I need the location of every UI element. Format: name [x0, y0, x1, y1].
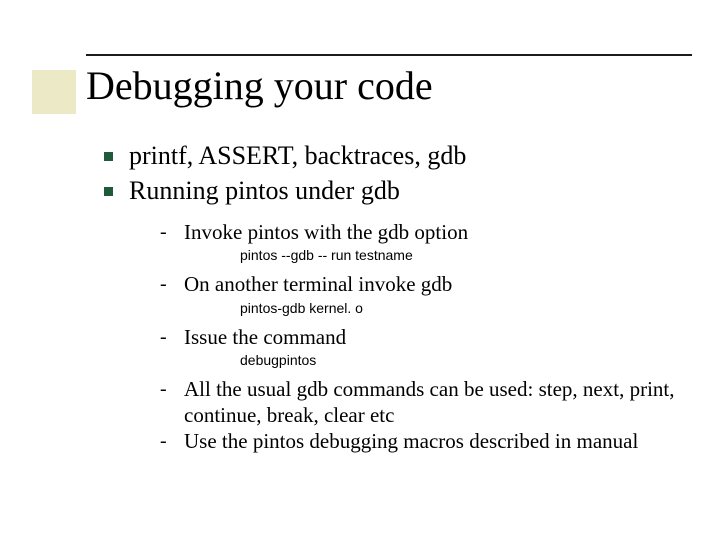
slide-title: Debugging your code	[86, 62, 433, 109]
sub-item: - Use the pintos debugging macros descri…	[160, 428, 684, 454]
sub-text: Issue the command	[184, 324, 346, 350]
bullet-text: Running pintos under gdb	[129, 175, 400, 208]
dash-bullet-icon: -	[160, 428, 174, 454]
dash-bullet-icon: -	[160, 271, 174, 297]
bullet-item: Running pintos under gdb	[104, 175, 684, 208]
dash-bullet-icon: -	[160, 219, 174, 245]
square-bullet-icon	[104, 187, 113, 196]
sub-item: - Issue the command	[160, 324, 684, 350]
code-line: pintos --gdb -- run testname	[240, 247, 684, 263]
content-area: printf, ASSERT, backtraces, gdb Running …	[104, 140, 684, 455]
sub-item: - Invoke pintos with the gdb option	[160, 219, 684, 245]
code-line: pintos-gdb kernel. o	[240, 300, 684, 316]
sub-text: All the usual gdb commands can be used: …	[184, 376, 684, 429]
title-rule	[86, 54, 692, 56]
dash-bullet-icon: -	[160, 324, 174, 350]
sub-list: - Invoke pintos with the gdb option pint…	[160, 219, 684, 455]
sub-item: - On another terminal invoke gdb	[160, 271, 684, 297]
sub-text: Invoke pintos with the gdb option	[184, 219, 468, 245]
square-bullet-icon	[104, 152, 113, 161]
accent-block	[32, 70, 76, 114]
sub-text: On another terminal invoke gdb	[184, 271, 452, 297]
sub-text: Use the pintos debugging macros describe…	[184, 428, 638, 454]
code-line: debugpintos	[240, 352, 684, 368]
sub-item: - All the usual gdb commands can be used…	[160, 376, 684, 429]
bullet-item: printf, ASSERT, backtraces, gdb	[104, 140, 684, 173]
bullet-text: printf, ASSERT, backtraces, gdb	[129, 140, 466, 173]
dash-bullet-icon: -	[160, 376, 174, 402]
